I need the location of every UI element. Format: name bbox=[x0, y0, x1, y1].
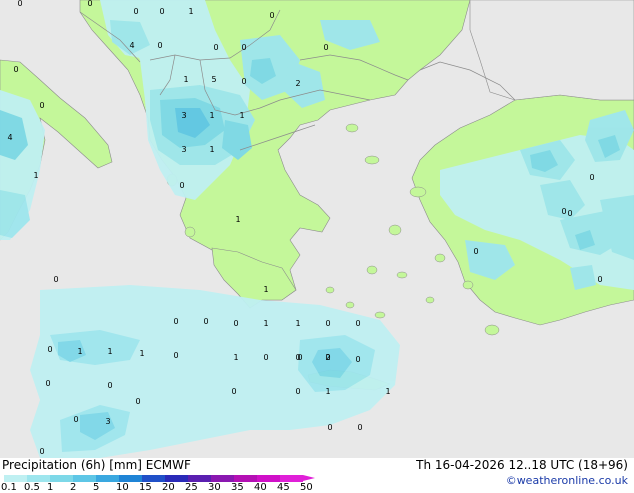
point-value-label: 1 bbox=[239, 111, 244, 120]
point-value-label: 0 bbox=[159, 7, 164, 16]
point-value-label: 1 bbox=[385, 387, 390, 396]
point-value-label: 0 bbox=[263, 353, 268, 362]
point-value-label: 3 bbox=[105, 417, 110, 426]
point-value-label: 0 bbox=[213, 43, 218, 52]
legend-segment bbox=[73, 475, 96, 482]
legend-tick-label: 45 bbox=[277, 482, 290, 493]
point-value-label: 0 bbox=[203, 317, 208, 326]
legend-segment bbox=[142, 475, 165, 482]
legend-segment bbox=[188, 475, 211, 482]
precipitation-map: 0 0 1 0 4 0 0 0 0 0 1 5 0 2 3 1 1 3 1 4 1 1 0 0 1 0 0 0 1 1 0 0 1 0 1 1 0 1 0 0… bbox=[0, 0, 634, 458]
legend-segment bbox=[119, 475, 142, 482]
point-value-label: 0 bbox=[357, 423, 362, 432]
point-value-label: 0 bbox=[327, 423, 332, 432]
map-title: Precipitation (6h) [mm] ECMWF bbox=[2, 458, 191, 472]
point-value-label: 0 bbox=[241, 77, 246, 86]
point-value-label: 2 bbox=[295, 79, 300, 88]
legend-tick-label: 25 bbox=[185, 482, 198, 493]
point-value-label: 1 bbox=[188, 7, 193, 16]
legend-tick-label: 40 bbox=[254, 482, 267, 493]
point-value-label: 0 bbox=[13, 65, 18, 74]
point-value-label: 0 bbox=[355, 355, 360, 364]
point-value-label: 1 bbox=[77, 347, 82, 356]
point-value-label: 2 bbox=[325, 353, 330, 362]
point-value-label: 1 bbox=[107, 347, 112, 356]
point-value-label: 1 bbox=[33, 171, 38, 180]
point-value-label: 1 bbox=[139, 349, 144, 358]
point-value-label: 0 bbox=[297, 353, 302, 362]
run-info: Th 16-04-2026 12..18 UTC (18+96) bbox=[416, 458, 628, 472]
legend-tick-label: 0.5 bbox=[24, 482, 40, 493]
point-value-label: 1 bbox=[233, 353, 238, 362]
legend-segment bbox=[4, 475, 27, 482]
legend-tick-label: 30 bbox=[208, 482, 221, 493]
black-sea bbox=[469, 0, 634, 101]
point-value-label: 0 bbox=[323, 43, 328, 52]
point-value-label: 1 bbox=[263, 319, 268, 328]
point-value-label: 0 bbox=[231, 387, 236, 396]
point-value-label: 0 bbox=[325, 319, 330, 328]
point-value-label: 0 bbox=[87, 0, 92, 8]
legend-tick-label: 50 bbox=[300, 482, 313, 493]
point-value-label: 3 bbox=[181, 111, 186, 120]
point-value-label: 0 bbox=[39, 101, 44, 110]
point-value-label: 0 bbox=[39, 447, 44, 456]
point-value-label: 0 bbox=[173, 317, 178, 326]
point-value-label: 1 bbox=[295, 319, 300, 328]
legend-segment bbox=[96, 475, 119, 482]
point-value-label: 0 bbox=[73, 415, 78, 424]
point-value-label: 0 bbox=[133, 7, 138, 16]
point-value-label: 0 bbox=[173, 351, 178, 360]
point-value-label: 0 bbox=[561, 207, 566, 216]
point-value-label: 0 bbox=[233, 319, 238, 328]
point-value-label: 0 bbox=[45, 379, 50, 388]
legend-segment bbox=[234, 475, 257, 482]
point-value-label: 0 bbox=[355, 319, 360, 328]
point-value-label: 0 bbox=[597, 275, 602, 284]
point-value-label: 1 bbox=[325, 387, 330, 396]
legend-tick-label: 10 bbox=[116, 482, 129, 493]
point-value-label: 4 bbox=[129, 41, 134, 50]
legend-segment bbox=[165, 475, 188, 482]
point-value-label: 0 bbox=[53, 275, 58, 284]
legend-tick-label: 35 bbox=[231, 482, 244, 493]
point-value-label: 0 bbox=[295, 387, 300, 396]
point-value-label: 0 bbox=[17, 0, 22, 8]
legend-arrow bbox=[303, 475, 315, 481]
legend-tick-label: 2 bbox=[70, 482, 77, 493]
legend-tick-label: 20 bbox=[162, 482, 175, 493]
legend-segment bbox=[280, 475, 303, 482]
point-value-label: 1 bbox=[183, 75, 188, 84]
legend-tick-label: 0.1 bbox=[1, 482, 17, 493]
point-value-label: 0 bbox=[269, 11, 274, 20]
point-value-label: 0 bbox=[179, 181, 184, 190]
point-value-label: 1 bbox=[209, 111, 214, 120]
point-value-label: 4 bbox=[7, 133, 12, 142]
legend-tick-label: 5 bbox=[93, 482, 100, 493]
legend-segment bbox=[27, 475, 50, 482]
legend-segment bbox=[257, 475, 280, 482]
legend-tick-label: 1 bbox=[47, 482, 54, 493]
point-value-label: 1 bbox=[209, 145, 214, 154]
legend-tick-label: 15 bbox=[139, 482, 152, 493]
point-value-label: 0 bbox=[567, 209, 572, 218]
credit-link[interactable]: ©weatheronline.co.uk bbox=[506, 474, 628, 487]
point-value-label: 0 bbox=[157, 41, 162, 50]
legend-colorbar bbox=[0, 475, 330, 482]
legend-segment bbox=[50, 475, 73, 482]
point-value-label: 1 bbox=[263, 285, 268, 294]
point-value-label: 3 bbox=[181, 145, 186, 154]
point-value-label: 0 bbox=[589, 173, 594, 182]
point-value-label: 0 bbox=[47, 345, 52, 354]
point-value-label: 0 bbox=[135, 397, 140, 406]
footer: Precipitation (6h) [mm] ECMWF Th 16-04-2… bbox=[0, 458, 634, 493]
point-value-label: 5 bbox=[211, 75, 216, 84]
point-value-label: 0 bbox=[241, 43, 246, 52]
point-value-label: 1 bbox=[235, 215, 240, 224]
point-value-label: 0 bbox=[473, 247, 478, 256]
legend-segment bbox=[211, 475, 234, 482]
point-value-label: 0 bbox=[107, 381, 112, 390]
